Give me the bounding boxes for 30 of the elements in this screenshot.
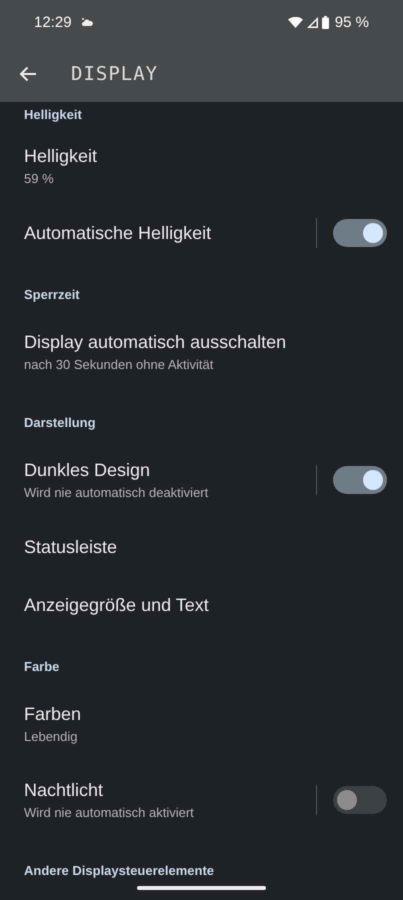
setting-summary: Wird nie automatisch aktiviert <box>24 805 195 820</box>
section-header: Farbe <box>24 659 60 674</box>
setting-summary: Wird nie automatisch deaktiviert <box>24 485 210 500</box>
signal-icon <box>306 17 318 28</box>
setting-title[interactable]: Anzeigegröße und Text <box>24 594 387 616</box>
cloud-icon <box>82 18 93 26</box>
battery-icon <box>322 16 329 29</box>
back-arrow-icon[interactable] <box>19 66 37 82</box>
setting-summary: 59 % <box>24 171 55 186</box>
wifi-icon <box>288 17 303 28</box>
setting-title[interactable]: Dunkles Design <box>24 460 316 481</box>
screen-title: DISPLAY <box>71 62 158 84</box>
setting-summary: Lebendig <box>24 729 78 744</box>
section-header: Darstellung <box>24 415 96 430</box>
clock-time: 12:29 <box>34 14 72 31</box>
setting-title[interactable]: Farben <box>24 704 387 725</box>
setting-title[interactable]: Automatische Helligkeit <box>24 222 316 244</box>
setting-title[interactable]: Display automatisch ausschalten <box>24 332 387 353</box>
toggle-switch[interactable] <box>333 466 387 494</box>
section-header: Andere Displaysteuerelemente <box>24 863 214 878</box>
toggle-switch[interactable] <box>333 219 387 247</box>
section-header: Helligkeit <box>24 107 82 122</box>
setting-title[interactable]: Helligkeit <box>24 146 387 167</box>
setting-title[interactable]: Statusleiste <box>24 536 387 558</box>
section-header: Sperrzeit <box>24 287 80 302</box>
gesture-handle[interactable] <box>137 886 266 890</box>
setting-summary: nach 30 Sekunden ohne Aktivität <box>24 357 214 372</box>
toggle-switch[interactable] <box>333 786 387 814</box>
setting-title[interactable]: Nachtlicht <box>24 780 316 801</box>
battery-percentage: 95 % <box>334 14 369 31</box>
